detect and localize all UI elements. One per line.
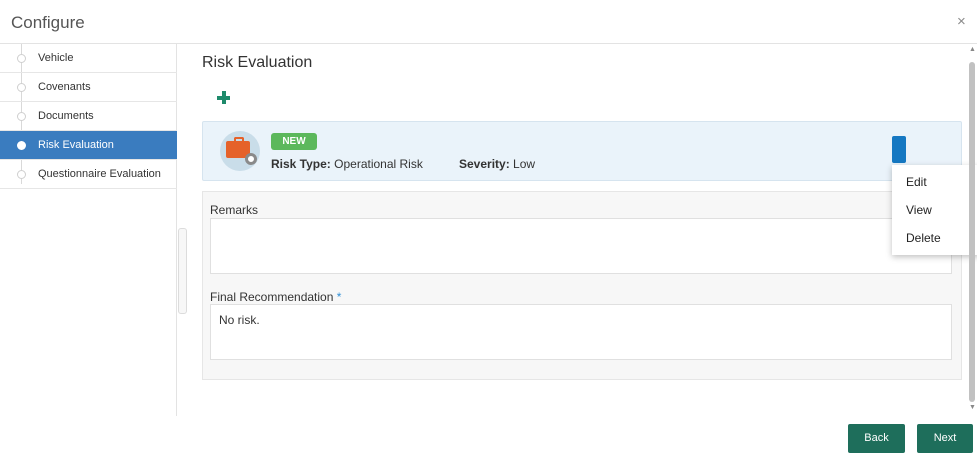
sidebar-item-label: Documents <box>38 110 94 122</box>
step-indicator-icon <box>17 54 26 63</box>
status-badge: NEW <box>271 133 317 150</box>
menu-item-label: View <box>906 203 932 217</box>
risk-type-label: Risk Type: <box>271 157 331 171</box>
final-recommendation-label-text: Final Recommendation <box>210 290 334 304</box>
sidebar-item-label: Questionnaire Evaluation <box>38 168 161 180</box>
gear-icon <box>245 153 257 165</box>
menu-item-view[interactable]: View <box>892 196 977 224</box>
close-icon[interactable]: × <box>957 13 966 30</box>
menu-item-label: Edit <box>906 175 927 189</box>
scroll-thumb[interactable] <box>969 62 975 402</box>
step-sidebar: Vehicle Covenants Documents Risk Evaluat… <box>0 44 177 416</box>
sidebar-item-risk-evaluation[interactable]: Risk Evaluation <box>0 131 177 160</box>
sidebar-item-label: Risk Evaluation <box>38 139 114 151</box>
final-recommendation-field[interactable] <box>210 304 952 360</box>
step-indicator-icon <box>17 83 26 92</box>
final-recommendation-label: Final Recommendation * <box>210 290 341 304</box>
panel-resize-handle[interactable] <box>178 228 187 314</box>
sidebar-item-documents[interactable]: Documents <box>0 102 177 131</box>
remarks-field[interactable] <box>210 218 952 274</box>
risk-type-text: Risk Type: Operational Risk <box>271 157 423 171</box>
dialog-title: Configure <box>11 13 85 32</box>
sidebar-item-label: Covenants <box>38 81 91 93</box>
add-risk-button[interactable] <box>217 90 233 106</box>
sidebar-item-questionnaire-evaluation[interactable]: Questionnaire Evaluation <box>0 160 177 189</box>
sidebar-item-vehicle[interactable]: Vehicle <box>0 44 177 73</box>
card-context-menu: Edit View Delete <box>892 165 977 255</box>
step-indicator-icon <box>17 141 26 150</box>
content-scrollbar[interactable]: ▲ ▼ <box>967 44 977 416</box>
menu-item-edit[interactable]: Edit <box>892 168 977 196</box>
next-button[interactable]: Next <box>917 424 973 453</box>
sidebar-item-label: Vehicle <box>38 52 74 64</box>
step-indicator-icon <box>17 112 26 121</box>
card-actions-button[interactable] <box>892 136 906 163</box>
plus-icon-stroke <box>222 91 226 104</box>
briefcase-gear-icon <box>220 131 260 171</box>
menu-item-delete[interactable]: Delete <box>892 224 977 252</box>
scroll-up-icon[interactable]: ▲ <box>969 46 976 53</box>
dialog-header: Configure × <box>0 0 977 44</box>
page-title: Risk Evaluation <box>202 54 313 71</box>
severity-text: Severity: Low <box>459 157 535 171</box>
risk-type-value: Operational Risk <box>334 157 423 171</box>
scroll-down-icon[interactable]: ▼ <box>969 404 976 411</box>
step-indicator-icon <box>17 170 26 179</box>
risk-card: NEW Risk Type: Operational Risk Severity… <box>202 121 962 181</box>
required-marker: * <box>336 290 342 304</box>
remarks-label: Remarks <box>210 203 259 217</box>
menu-item-label: Delete <box>906 231 941 245</box>
severity-value: Low <box>513 157 536 171</box>
severity-label: Severity: <box>459 157 510 171</box>
sidebar-item-covenants[interactable]: Covenants <box>0 73 177 102</box>
back-button[interactable]: Back <box>848 424 905 453</box>
